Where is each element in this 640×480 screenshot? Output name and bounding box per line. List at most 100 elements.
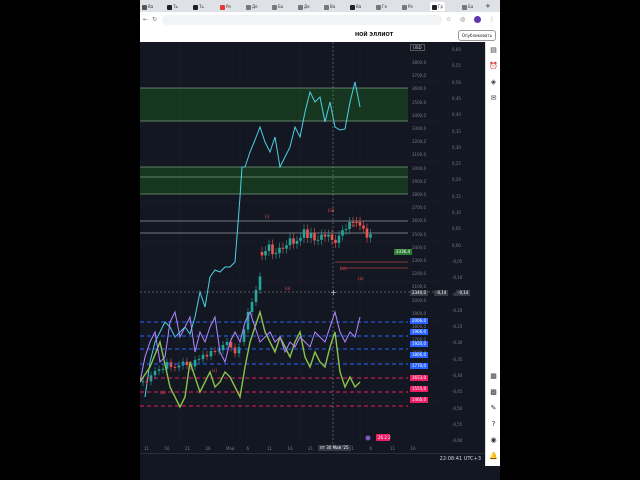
wave-label: (a) bbox=[358, 276, 364, 281]
candle bbox=[288, 238, 292, 246]
tab-favicon-icon bbox=[167, 4, 172, 10]
candle bbox=[281, 247, 285, 249]
indicator-tick-label: -0,45 bbox=[452, 389, 463, 395]
new-tab-icon[interactable]: + bbox=[485, 2, 491, 11]
tab-favicon-icon bbox=[376, 4, 381, 10]
candle bbox=[299, 237, 302, 241]
time-tick-label: 26 bbox=[205, 446, 211, 451]
alert-icon[interactable] bbox=[365, 435, 371, 441]
price-tick-label: 2100,0 bbox=[412, 284, 426, 290]
wave-label: (iv) bbox=[340, 266, 347, 271]
candle bbox=[365, 228, 369, 238]
price-tick-label: 3000,0 bbox=[412, 165, 426, 171]
indicator-tick-label: 0,30 bbox=[452, 144, 461, 150]
tab[interactable]: Ва bbox=[350, 2, 361, 11]
url-input[interactable] bbox=[162, 15, 442, 25]
price-tick-label: 3600,0 bbox=[412, 86, 426, 92]
watchlist-icon[interactable]: ▤ bbox=[489, 46, 498, 55]
menu-icon[interactable]: ⋮ bbox=[489, 15, 495, 25]
candle bbox=[369, 234, 372, 238]
candle bbox=[177, 365, 181, 368]
tab[interactable]: Ть bbox=[167, 2, 178, 11]
level-price-label: 1966,0 bbox=[410, 329, 428, 336]
wave-label: (b) bbox=[160, 390, 166, 395]
alerts-icon[interactable]: ⏰ bbox=[489, 62, 498, 71]
price-tick-label: 2000,0 bbox=[412, 297, 426, 303]
back-icon[interactable]: ← bbox=[143, 15, 148, 25]
price-tick-label: 3100,0 bbox=[412, 152, 426, 158]
candle bbox=[337, 235, 341, 243]
tab-favicon-icon bbox=[142, 4, 147, 10]
broadcast-icon[interactable]: ◉ bbox=[489, 436, 498, 445]
tab-favicon-icon bbox=[220, 4, 225, 10]
tab[interactable]: Ть bbox=[193, 2, 204, 11]
price-tick-label: 3500,0 bbox=[412, 99, 426, 105]
symbol-title: НОЙ ЭЛЛИОТ bbox=[355, 32, 394, 38]
candle bbox=[323, 234, 327, 237]
candle bbox=[260, 252, 264, 256]
candle bbox=[341, 230, 344, 236]
level-price-label: 1770,0 bbox=[410, 363, 428, 370]
tab[interactable]: Ре bbox=[402, 2, 413, 11]
grid-icon[interactable]: ▩ bbox=[489, 388, 498, 397]
tab-active[interactable]: Гр bbox=[430, 2, 445, 11]
tab[interactable]: Ре bbox=[220, 2, 231, 11]
chat-icon[interactable]: ✉ bbox=[489, 94, 498, 103]
calendar-icon[interactable]: ▦ bbox=[489, 372, 498, 381]
tab[interactable]: Ге bbox=[376, 2, 387, 11]
tab-favicon-icon bbox=[462, 4, 467, 10]
publish-button[interactable]: Опубликовать bbox=[457, 30, 496, 41]
indicator-tick-label: -0,10 bbox=[452, 275, 463, 281]
chart-area[interactable]: + (i) (ii) (iii) (iv) (v) (a) (b) (c) 26… bbox=[140, 42, 485, 466]
candle bbox=[355, 222, 358, 223]
tab-favicon-icon bbox=[272, 4, 277, 10]
candle bbox=[193, 359, 197, 367]
price-tick-label: 2800,0 bbox=[412, 192, 426, 197]
tab[interactable]: Ба bbox=[462, 2, 473, 11]
candle bbox=[327, 234, 330, 237]
indicator-tick-label: 0,55 bbox=[452, 63, 461, 69]
price-tick-label: 3800,0 bbox=[412, 60, 426, 65]
profile-avatar[interactable] bbox=[474, 16, 481, 23]
notifications-icon[interactable]: 🔔 bbox=[489, 452, 498, 461]
star-icon[interactable]: ☆ bbox=[446, 15, 451, 25]
candle bbox=[278, 247, 281, 254]
candle bbox=[358, 222, 362, 226]
layers-icon[interactable]: ◈ bbox=[489, 78, 498, 87]
events-badge-label: 26 2 2 bbox=[378, 435, 391, 440]
screen-margin bbox=[500, 0, 640, 480]
help-icon[interactable]: ? bbox=[489, 420, 498, 429]
tab[interactable]: Ва bbox=[142, 2, 153, 11]
green-indicator-line bbox=[140, 309, 361, 409]
price-chart[interactable]: + (i) (ii) (iii) (iv) (v) (a) (b) (c) 26… bbox=[140, 42, 485, 466]
candle bbox=[267, 244, 271, 252]
tab[interactable]: Ва bbox=[324, 2, 335, 11]
price-tick-label: 1800,0 bbox=[412, 324, 426, 329]
tab[interactable]: Де bbox=[246, 2, 258, 11]
reload-icon[interactable]: ↻ bbox=[152, 15, 157, 25]
tab-favicon-icon bbox=[246, 4, 251, 10]
tab[interactable]: Ба bbox=[272, 2, 283, 11]
purple-indicator-line bbox=[140, 310, 361, 383]
level-price-label: 2066,0 bbox=[410, 318, 428, 324]
price-tick-label: 2900,0 bbox=[412, 178, 426, 184]
candles bbox=[141, 217, 372, 386]
tools-icon[interactable]: ✎ bbox=[489, 404, 498, 413]
level-price-label: 1866,0 bbox=[410, 351, 428, 358]
candle bbox=[157, 369, 161, 371]
price-tick-label: 2600,0 bbox=[412, 218, 426, 224]
wave-labels: (i) (ii) (iii) (iv) (v) (a) (b) (c) bbox=[160, 208, 364, 395]
supply-zone bbox=[140, 88, 408, 121]
price-tick-label: 2500,0 bbox=[412, 231, 426, 237]
cyan-indicator-line bbox=[144, 81, 361, 398]
candle bbox=[306, 229, 309, 238]
clock: 22:08:41 UTC+3 bbox=[439, 456, 481, 462]
time-tick-label: 6 bbox=[246, 446, 250, 451]
extension-icon[interactable]: ◎ bbox=[460, 15, 465, 25]
currency-badge[interactable]: USD bbox=[410, 44, 425, 51]
status-bar: 22:08:41 UTC+3 bbox=[140, 453, 485, 467]
browser-tab-bar: Ва Ть Ть Ре Де Ба Де Ва Ва Ге Ре Гр Ба + bbox=[140, 0, 500, 12]
indicator-tick-label: -0,35 bbox=[452, 356, 463, 362]
tab[interactable]: Де bbox=[298, 2, 310, 11]
candle bbox=[271, 244, 274, 255]
